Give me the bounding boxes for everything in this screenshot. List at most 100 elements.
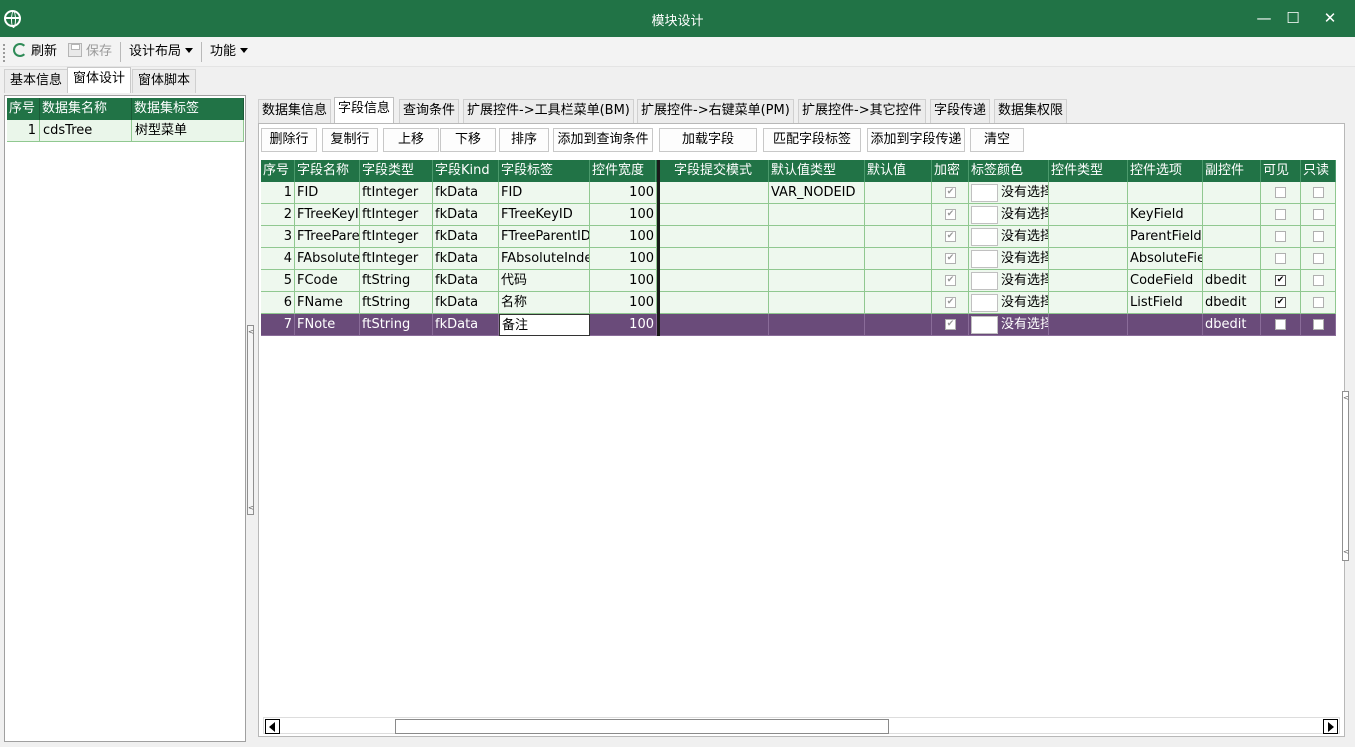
label-color-cell[interactable]: 没有选择 (969, 270, 1049, 292)
add-to-transfer-button[interactable]: 添加到字段传递 (867, 128, 965, 152)
tab-form-script[interactable]: 窗体脚本 (132, 69, 197, 93)
label-color-cell[interactable]: 没有选择 (969, 314, 1049, 336)
label-color-cell[interactable]: 没有选择 (969, 226, 1049, 248)
visible-cell[interactable] (1261, 226, 1301, 248)
sub_ctrl-cell[interactable]: dbedit (1203, 292, 1261, 314)
no-cell[interactable]: 6 (261, 292, 295, 314)
encrypt-cell[interactable]: ✔ (932, 182, 969, 204)
visible-checkbox[interactable] (1275, 319, 1286, 330)
sort-button[interactable]: 排序 (499, 128, 549, 152)
width-cell[interactable]: 100 (590, 270, 657, 292)
submit-mode-cell[interactable] (672, 204, 769, 226)
no-cell[interactable]: 1 (261, 182, 295, 204)
readonly-cell[interactable] (1301, 314, 1336, 336)
label-color-cell[interactable]: 没有选择 (969, 204, 1049, 226)
readonly-cell[interactable] (1301, 292, 1336, 314)
panel-splitter[interactable]: < < (247, 325, 254, 515)
side-panel-handle[interactable]: < < (1342, 391, 1349, 561)
ctrl_type-cell[interactable] (1049, 248, 1128, 270)
field-row[interactable]: 1 FID ftInteger fkData FID 100 VAR_NODEID ✔ 没有选择 (261, 182, 1336, 204)
encrypt-cell[interactable]: ✔ (932, 248, 969, 270)
scroll-thumb[interactable] (395, 719, 889, 734)
name-cell[interactable]: FTreeParentID (295, 226, 360, 248)
dataset-row[interactable]: 1 cdsTree 树型菜单 (7, 120, 244, 142)
tab-form-design[interactable]: 窗体设计 (67, 67, 132, 93)
tab-other-controls[interactable]: 扩展控件->其它控件 (798, 99, 926, 123)
close-button[interactable]: ✕ (1312, 0, 1348, 37)
encrypt-cell[interactable]: ✔ (932, 226, 969, 248)
tab-toolbar-menu[interactable]: 扩展控件->工具栏菜单(BM) (463, 99, 634, 123)
default_type-cell[interactable] (769, 204, 865, 226)
encrypt-checkbox[interactable]: ✔ (945, 253, 956, 264)
encrypt-checkbox[interactable]: ✔ (945, 209, 956, 220)
type-cell[interactable]: ftInteger (360, 226, 433, 248)
default-cell[interactable] (865, 226, 932, 248)
name-cell[interactable]: FAbsoluteIndex (295, 248, 360, 270)
readonly-cell[interactable] (1301, 270, 1336, 292)
col-header[interactable]: 数据集标签 (132, 98, 244, 120)
delete-row-button[interactable]: 删除行 (261, 128, 317, 152)
label-cell[interactable]: FTreeKeyID (499, 204, 590, 226)
ctrl_type-cell[interactable] (1049, 182, 1128, 204)
col-header[interactable]: 标签颜色 (969, 160, 1049, 182)
indicator-cell[interactable] (660, 248, 672, 270)
name-cell[interactable]: FCode (295, 270, 360, 292)
col-header[interactable]: 控件类型 (1049, 160, 1128, 182)
field-row[interactable]: 7 FNote ftString fkData 备注 100 ✔ 没有选择 dbedit (261, 314, 1336, 336)
indicator-cell[interactable] (660, 270, 672, 292)
color-swatch[interactable] (971, 228, 998, 246)
label-color-cell[interactable]: 没有选择 (969, 248, 1049, 270)
color-swatch[interactable] (971, 206, 998, 224)
type-cell[interactable]: ftInteger (360, 204, 433, 226)
width-cell[interactable]: 100 (590, 292, 657, 314)
col-header[interactable]: 只读 (1301, 160, 1336, 182)
default_type-cell[interactable] (769, 314, 865, 336)
ctrl_option-cell[interactable]: AbsoluteField (1128, 248, 1203, 270)
ctrl_type-cell[interactable] (1049, 204, 1128, 226)
kind-cell[interactable]: fkData (433, 248, 499, 270)
readonly-checkbox[interactable] (1313, 253, 1324, 264)
type-cell[interactable]: ftString (360, 292, 433, 314)
width-cell[interactable]: 100 (590, 314, 657, 336)
visible-checkbox[interactable] (1275, 209, 1286, 220)
type-cell[interactable]: ftInteger (360, 248, 433, 270)
readonly-cell[interactable] (1301, 248, 1336, 270)
ctrl_type-cell[interactable] (1049, 270, 1128, 292)
default-cell[interactable] (865, 204, 932, 226)
encrypt-checkbox[interactable]: ✔ (945, 231, 956, 242)
default_type-cell[interactable] (769, 292, 865, 314)
col-header[interactable]: 默认值 (865, 160, 932, 182)
col-header[interactable]: 可见 (1261, 160, 1301, 182)
default-cell[interactable] (865, 292, 932, 314)
col-header[interactable]: 序号 (7, 98, 40, 120)
field-row[interactable]: 3FTreeParentIDftIntegerfkDataFTreeParent… (261, 226, 1336, 248)
visible-cell[interactable] (1261, 182, 1301, 204)
visible-cell[interactable]: ✔ (1261, 292, 1301, 314)
label-color-cell[interactable]: 没有选择 (969, 292, 1049, 314)
visible-cell[interactable] (1261, 314, 1301, 336)
ctrl_option-cell[interactable]: KeyField (1128, 204, 1203, 226)
col-header[interactable]: 序号 (261, 160, 295, 182)
visible-checkbox[interactable] (1275, 253, 1286, 264)
visible-cell[interactable] (1261, 204, 1301, 226)
label-cell[interactable]: FID (499, 182, 590, 204)
name-cell[interactable]: FNote (295, 314, 360, 336)
col-header[interactable]: 字段类型 (360, 160, 433, 182)
kind-cell[interactable]: fkData (433, 270, 499, 292)
ctrl_option-cell[interactable] (1128, 314, 1203, 336)
label-cell[interactable]: FAbsoluteIndex (499, 248, 590, 270)
sub_ctrl-cell[interactable]: dbedit (1203, 314, 1261, 336)
readonly-checkbox[interactable] (1313, 209, 1324, 220)
name-cell[interactable]: FTreeKeyID (295, 204, 360, 226)
color-swatch[interactable] (971, 316, 998, 334)
no-cell[interactable]: 3 (261, 226, 295, 248)
type-cell[interactable]: ftString (360, 270, 433, 292)
sub_ctrl-cell[interactable] (1203, 204, 1261, 226)
tab-dataset-info[interactable]: 数据集信息 (258, 99, 332, 123)
no-cell[interactable]: 4 (261, 248, 295, 270)
field-row[interactable]: 5 FCode ftString fkData 代码 100 ✔ 没有选择 CodeField d… (261, 270, 1336, 292)
kind-cell[interactable]: fkData (433, 314, 499, 336)
col-header[interactable]: 字段标签 (499, 160, 590, 182)
default_type-cell[interactable] (769, 248, 865, 270)
indicator-cell[interactable] (660, 292, 672, 314)
